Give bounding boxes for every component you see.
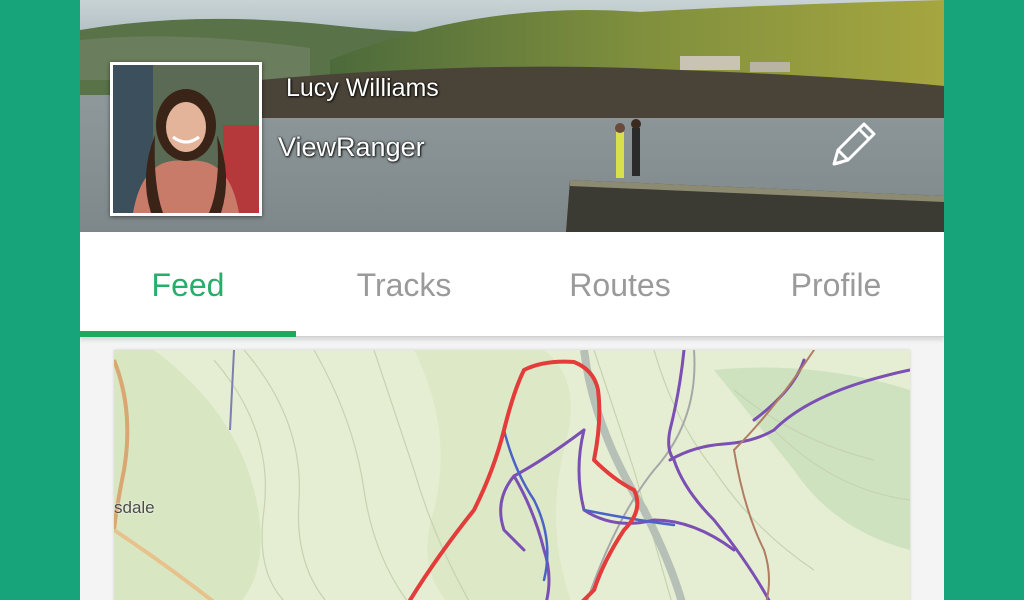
tab-feed[interactable]: Feed [80,232,296,336]
tab-tracks[interactable]: Tracks [296,232,512,336]
profile-cover-photo: Lucy Williams ViewRanger [80,0,944,232]
profile-name: Lucy Williams [286,74,439,102]
device-frame-right [944,0,1024,600]
tab-profile[interactable]: Profile [728,232,944,336]
tab-bar: Feed Tracks Routes Profile [80,232,944,337]
app-screen: Lucy Williams ViewRanger Feed Tracks Rou… [80,0,944,600]
profile-organization: ViewRanger [278,132,425,162]
device-frame-left [0,0,80,600]
avatar[interactable] [110,62,262,216]
map-place-label: sdale [114,498,155,517]
tab-routes[interactable]: Routes [512,232,728,336]
active-tab-indicator [80,331,296,337]
pencil-icon[interactable] [824,116,882,174]
feed-map-card[interactable]: sdale [114,350,910,600]
